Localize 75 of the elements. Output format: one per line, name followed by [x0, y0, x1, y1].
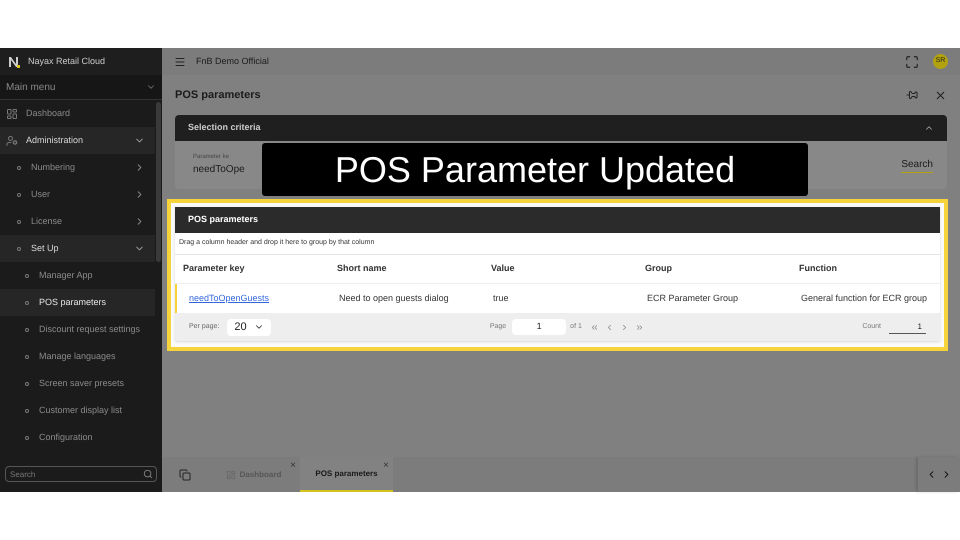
item-label: Configuration	[39, 430, 94, 444]
user-gear-icon	[6, 134, 18, 146]
table-cell-text: true	[493, 292, 510, 305]
page-title: POS parameters	[175, 88, 262, 103]
company-name: FnB Demo Official	[196, 54, 270, 68]
brand-name: Nayax Retail Cloud	[28, 54, 106, 68]
logo-icon	[8, 56, 20, 68]
first-page-icon[interactable]	[590, 322, 599, 332]
item-label: Dashboard	[26, 106, 72, 120]
sidebar-item[interactable]: Manager App	[0, 262, 155, 289]
page-field[interactable]: 1	[512, 319, 566, 335]
windows-icon[interactable]	[178, 468, 190, 480]
search-button[interactable]: Search	[901, 157, 933, 173]
sidebar-item[interactable]: Configuration	[0, 424, 155, 451]
item-label: Manage languages	[39, 350, 117, 363]
sidebar-item[interactable]: POS parameters	[0, 289, 155, 316]
grid-header: POS parameters	[175, 207, 940, 233]
search-field[interactable]: Search	[5, 466, 157, 482]
column-header[interactable]: Short name	[337, 262, 491, 276]
tab[interactable]: POS parameters ×	[300, 457, 393, 492]
bullet-icon	[25, 382, 29, 386]
item-label: Discount request settings	[39, 322, 142, 336]
sidebar-item[interactable]: Manage languages	[0, 343, 155, 370]
fullscreen-icon[interactable]	[905, 54, 919, 68]
sidebar-item[interactable]: Administration	[0, 127, 155, 154]
item-label: Administration	[26, 134, 84, 147]
tab-close-button[interactable]: ×	[383, 458, 389, 473]
bullet-icon	[25, 300, 29, 304]
caption-banner: POS Parameter Updated	[262, 143, 808, 196]
item-label: Screen saver presets	[39, 376, 126, 390]
bullet-icon	[25, 328, 29, 332]
tab-close-button[interactable]: ×	[290, 458, 296, 473]
main-menu-dropdown[interactable]: Main menu	[0, 75, 162, 100]
bullet-icon	[25, 408, 29, 412]
bullet-icon	[17, 220, 21, 224]
bullet-icon	[25, 354, 29, 358]
last-page-icon[interactable]	[634, 322, 644, 332]
bullet-icon	[17, 192, 21, 196]
table-cell-text: Need to open guests dialog	[339, 292, 450, 305]
sidebar-item[interactable]: Dashboard	[0, 100, 155, 127]
per-page-select[interactable]: 20	[227, 318, 272, 336]
item-label: User	[31, 188, 52, 201]
sidebar-item[interactable]: Customer display list	[0, 397, 155, 424]
parameter-key-link[interactable]: needToOpenGuests	[185, 292, 339, 306]
column-header[interactable]: Value	[491, 262, 645, 276]
item-label: Set Up	[31, 242, 60, 255]
panel-header[interactable]: Selection criteria	[175, 115, 947, 141]
scrollbar[interactable]	[156, 102, 161, 262]
dashboard-icon	[6, 108, 18, 120]
item-label: POS parameters	[39, 296, 108, 309]
item-label: Numbering	[31, 160, 76, 174]
item-label: License	[31, 214, 64, 228]
sidebar-item[interactable]: User	[0, 181, 155, 208]
table-cell-text: ECR Parameter Group	[647, 292, 740, 305]
sidebar-item[interactable]: Discount request settings	[0, 316, 155, 343]
bullet-icon	[25, 274, 29, 278]
sidebar-item[interactable]: Set Up	[0, 235, 155, 262]
sidebar-item[interactable]: Screen saver presets	[0, 370, 155, 397]
sidebar-item[interactable]: License	[0, 208, 155, 235]
close-icon[interactable]	[934, 88, 947, 102]
column-header[interactable]: Parameter key	[183, 262, 337, 276]
bullet-icon	[25, 436, 29, 440]
menu-icon[interactable]	[174, 56, 186, 68]
column-header[interactable]: Function	[799, 262, 932, 276]
count-value: 1	[889, 320, 926, 334]
bullet-icon	[17, 246, 21, 250]
column-header[interactable]: Group	[645, 262, 799, 276]
item-label: Manager App	[39, 268, 94, 282]
table-row[interactable]: needToOpenGuests Need to open guests dialog true ECR Parameter Group General function for ECR group	[175, 284, 940, 313]
pin-icon[interactable]	[906, 89, 918, 101]
bullet-icon	[17, 166, 21, 170]
search-icon[interactable]	[143, 469, 153, 479]
item-label: Customer display list	[39, 404, 124, 417]
sidebar-item[interactable]: Numbering	[0, 154, 155, 181]
table-cell-text: General function for ECR group	[801, 292, 928, 305]
